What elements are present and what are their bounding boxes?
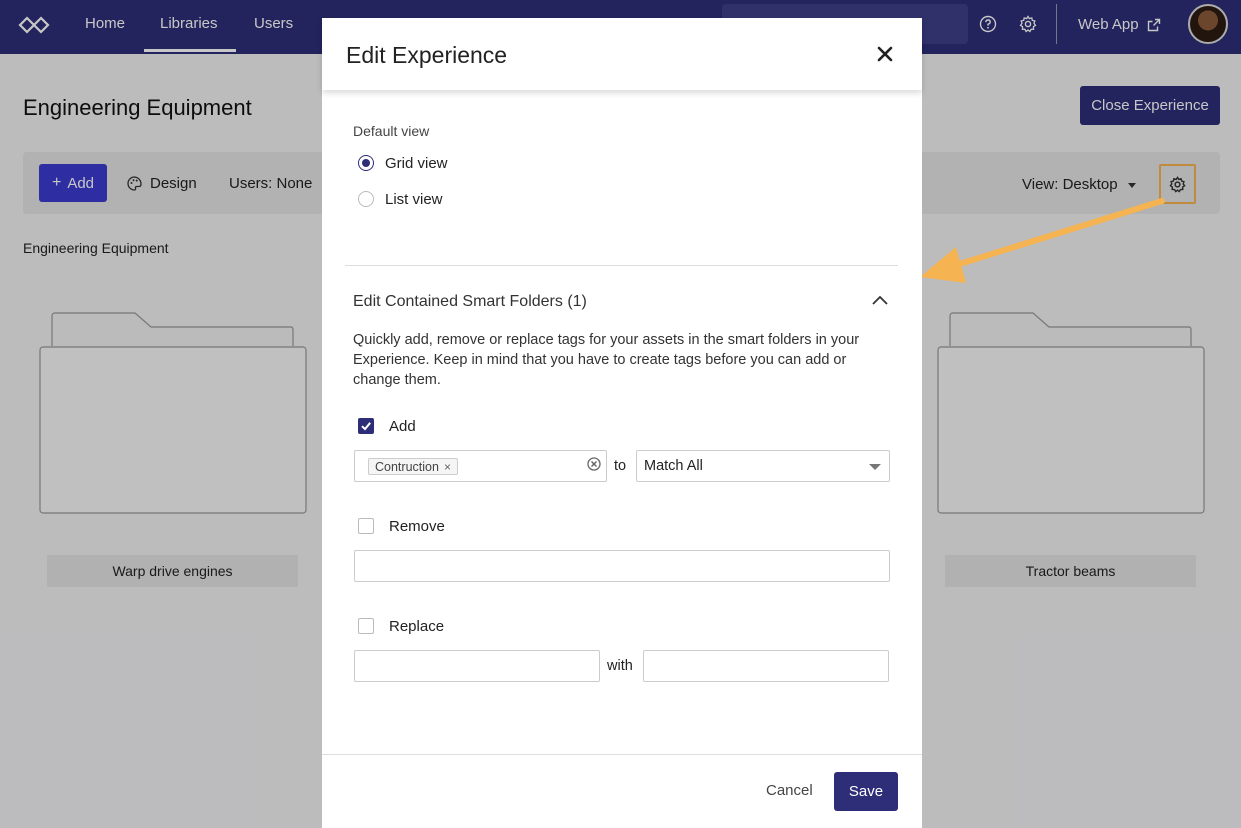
modal-footer-divider — [322, 754, 922, 755]
default-view-label: Default view — [353, 123, 430, 139]
remove-tags-input[interactable] — [354, 550, 890, 582]
remove-checkbox[interactable] — [358, 518, 374, 534]
caret-down-icon — [869, 464, 881, 470]
grid-view-label[interactable]: Grid view — [385, 155, 448, 172]
check-icon — [361, 422, 371, 431]
clear-icon[interactable] — [587, 457, 601, 471]
close-icon[interactable] — [875, 44, 895, 64]
edit-experience-modal: Edit Experience Default view Grid view L… — [322, 18, 922, 828]
add-checkbox[interactable] — [358, 418, 374, 434]
match-select[interactable]: Match All — [636, 450, 890, 482]
with-label: with — [607, 658, 633, 674]
add-label[interactable]: Add — [389, 418, 416, 435]
grid-view-radio[interactable] — [358, 155, 374, 171]
tag-chip: Contruction × — [368, 458, 458, 475]
replace-label[interactable]: Replace — [389, 618, 444, 635]
to-label: to — [614, 458, 627, 474]
replace-to-input[interactable] — [643, 650, 889, 682]
section-description: Quickly add, remove or replace tags for … — [353, 332, 860, 388]
modal-title: Edit Experience — [346, 42, 508, 68]
annotation-arrow-icon — [920, 198, 1165, 283]
list-view-label[interactable]: List view — [385, 191, 443, 208]
chevron-up-icon[interactable] — [871, 294, 889, 306]
add-tags-input[interactable]: Contruction × — [354, 450, 607, 482]
list-view-radio[interactable] — [358, 191, 374, 207]
section-divider — [345, 265, 898, 266]
replace-checkbox[interactable] — [358, 618, 374, 634]
modal-header: Edit Experience — [322, 18, 922, 90]
remove-label[interactable]: Remove — [389, 518, 445, 535]
cancel-button[interactable]: Cancel — [766, 782, 813, 799]
remove-tag-icon[interactable]: × — [444, 460, 451, 474]
tag-chip-label: Contruction — [375, 459, 439, 474]
replace-from-input[interactable] — [354, 650, 600, 682]
save-button[interactable]: Save — [834, 772, 898, 811]
match-select-value: Match All — [644, 458, 703, 474]
smart-folders-section-title[interactable]: Edit Contained Smart Folders (1) — [353, 293, 587, 311]
